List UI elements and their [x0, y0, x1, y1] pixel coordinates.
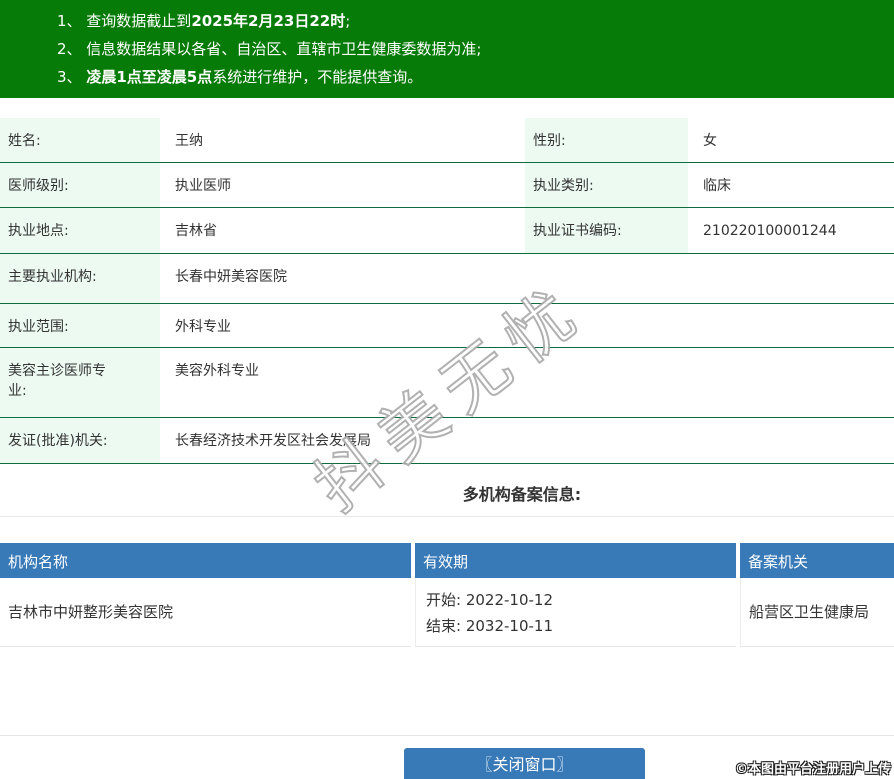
divider [0, 735, 894, 736]
name-value: 王纳 [160, 118, 525, 162]
close-window-button[interactable]: 〖关闭窗口〗 [404, 748, 645, 779]
cosmetic-chief-specialty-value: 美容外科专业 [160, 348, 894, 417]
main-institution-label: 主要执业机构: [0, 254, 160, 303]
filing-table-header: 机构名称 有效期 备案机关 [0, 543, 894, 578]
table-row: 执业地点: 吉林省 执业证书编码: 210220100001244 [0, 208, 894, 254]
table-row: 姓名: 王纳 性别: 女 [0, 118, 894, 163]
main-institution-value: 长春中妍美容医院 [160, 254, 894, 303]
table-row: 吉林市中妍整形美容医院 开始: 2022-10-12 结束: 2032-10-1… [0, 578, 894, 647]
practice-scope-label: 执业范围: [0, 304, 160, 347]
notice-bar: 1、 查询数据截止到2025年2月23日22时; 2、 信息数据结果以各省、自治… [0, 0, 894, 98]
org-name-value: 吉林市中妍整形美容医院 [0, 578, 411, 647]
certificate-number-label: 执业证书编码: [525, 208, 688, 253]
cosmetic-chief-specialty-label: 美容主诊医师专业: [0, 348, 160, 417]
practice-location-value: 吉林省 [160, 208, 525, 253]
filing-table: 机构名称 有效期 备案机关 吉林市中妍整形美容医院 开始: 2022-10-12… [0, 543, 894, 647]
table-row: 发证(批准)机关: 长春经济技术开发区社会发展局 [0, 418, 894, 464]
filing-authority-header: 备案机关 [740, 543, 894, 578]
notice-line-2: 2、 信息数据结果以各省、自治区、直辖市卫生健康委数据为准; [57, 35, 894, 63]
doctor-level-value: 执业医师 [160, 163, 525, 207]
certificate-number-value: 210220100001244 [688, 208, 894, 253]
table-row: 执业范围: 外科专业 [0, 304, 894, 348]
table-row: 医师级别: 执业医师 执业类别: 临床 [0, 163, 894, 208]
license-query-result-page: 1、 查询数据截止到2025年2月23日22时; 2、 信息数据结果以各省、自治… [0, 0, 894, 779]
table-row: 美容主诊医师专业: 美容外科专业 [0, 348, 894, 418]
name-label: 姓名: [0, 118, 160, 162]
practice-category-label: 执业类别: [525, 163, 688, 207]
validity-period-header: 有效期 [415, 543, 736, 578]
issuing-authority-label: 发证(批准)机关: [0, 418, 160, 463]
gender-label: 性别: [525, 118, 688, 162]
notice-line-3: 3、 凌晨1点至凌晨5点系统进行维护，不能提供查询。 [57, 63, 894, 91]
multi-institution-filing-heading: 多机构备案信息: [0, 464, 894, 517]
issuing-authority-value: 长春经济技术开发区社会发展局 [160, 418, 894, 463]
practice-category-value: 临床 [688, 163, 894, 207]
validity-end: 结束: 2032-10-11 [426, 613, 736, 639]
validity-start: 开始: 2022-10-12 [426, 587, 736, 613]
doctor-info-table: 姓名: 王纳 性别: 女 医师级别: 执业医师 执业类别: 临床 执业地点: 吉… [0, 118, 894, 464]
practice-scope-value: 外科专业 [160, 304, 894, 347]
table-row: 主要执业机构: 长春中妍美容医院 [0, 254, 894, 304]
upload-disclaimer: ©本图由平台注册用户上传 [735, 758, 891, 777]
notice-line-1: 1、 查询数据截止到2025年2月23日22时; [57, 7, 894, 35]
practice-location-label: 执业地点: [0, 208, 160, 253]
validity-period-value: 开始: 2022-10-12 结束: 2032-10-11 [415, 578, 736, 647]
doctor-level-label: 医师级别: [0, 163, 160, 207]
gender-value: 女 [688, 118, 894, 162]
org-name-header: 机构名称 [0, 543, 411, 578]
filing-authority-value: 船营区卫生健康局 [740, 578, 894, 647]
